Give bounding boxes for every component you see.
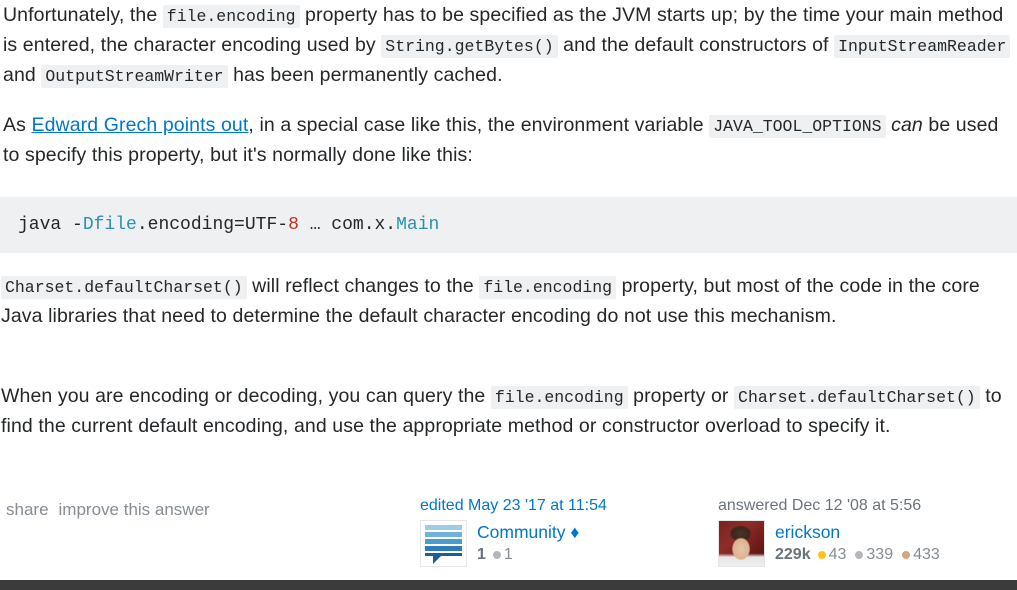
- inline-code-charset-defaultcharset-2: Charset.defaultCharset(): [734, 386, 980, 409]
- avatar-image: [719, 521, 764, 566]
- answerer-card-body: erickson 229k 43 339 433: [718, 520, 949, 567]
- inline-code-file-encoding-2: file.encoding: [479, 276, 617, 299]
- post-menu: share improve this answer: [6, 498, 220, 522]
- inline-code-charset-defaultcharset-1: Charset.defaultCharset(): [1, 276, 247, 299]
- silver-badge-group[interactable]: 339: [855, 545, 893, 565]
- editor-bronze-badge-group[interactable]: 1: [492, 545, 513, 565]
- paragraph-3-text-1: will reflect changes to the: [246, 275, 480, 297]
- gold-badge-count: 43: [828, 546, 847, 563]
- code-token-flag: Dfile: [82, 215, 137, 235]
- paragraph-1-text-3: and the default constructors of: [557, 34, 835, 56]
- inline-code-file-encoding-3: file.encoding: [490, 386, 628, 409]
- code-token-dash: -: [72, 215, 83, 235]
- paragraph-4: When you are encoding or decoding, you c…: [1, 382, 1015, 441]
- code-token-class: Main: [396, 215, 440, 235]
- code-block: java -Dfile.encoding=UTF-8 … com.x.Main: [0, 197, 1017, 253]
- silver-badge-count: 339: [866, 546, 894, 563]
- share-link[interactable]: share: [6, 500, 49, 519]
- edward-grech-link[interactable]: Edward Grech points out: [31, 114, 248, 136]
- gold-badge-group[interactable]: 43: [817, 545, 847, 565]
- inline-code-file-encoding: file.encoding: [162, 5, 300, 28]
- editor-user-card: edited May 23 '17 at 11:54 Community ♦ 1…: [420, 496, 700, 582]
- code-block-content: java -Dfile.encoding=UTF-8 … com.x.Main: [0, 197, 1017, 237]
- reputation-score: 229k: [775, 546, 811, 563]
- inline-code-java-tool-options: JAVA_TOOL_OPTIONS: [709, 115, 886, 138]
- answerer-card-info: erickson 229k 43 339 433: [775, 520, 949, 565]
- editor-silver-count: 1: [477, 546, 486, 563]
- silver-badge-dot-icon: [492, 551, 501, 559]
- bottom-divider-bar: [0, 580, 1017, 590]
- code-token-number: 8: [288, 215, 299, 235]
- community-speech-bubble-icon[interactable]: [420, 520, 467, 567]
- answered-timestamp: answered Dec 12 '08 at 5:56: [718, 497, 922, 514]
- inline-code-string-getbytes: String.getBytes(): [381, 35, 558, 58]
- paragraph-3: Charset.defaultCharset() will reflect ch…: [1, 272, 1015, 331]
- answerer-user-card: answered Dec 12 '08 at 5:56 erickson 229…: [718, 496, 998, 582]
- editor-bronze-count: 1: [503, 546, 513, 563]
- community-username-text: Community: [477, 522, 566, 542]
- editor-card-body: Community ♦ 1 1: [420, 520, 579, 567]
- moderator-diamond-icon: ♦: [570, 522, 580, 542]
- user-photo-avatar[interactable]: [718, 520, 765, 567]
- community-username-link[interactable]: Community ♦: [477, 521, 579, 543]
- inline-code-inputstreamreader: InputStreamReader: [834, 35, 1011, 58]
- post-footer: share improve this answer edited May 23 '…: [0, 494, 1017, 590]
- bronze-badge-count: 433: [913, 546, 940, 563]
- bronze-badge-dot-icon: [902, 551, 911, 559]
- gold-badge-dot-icon: [817, 551, 826, 559]
- silver-badge-dot-icon: [855, 551, 864, 559]
- code-token-property: .encoding=UTF-: [136, 215, 289, 235]
- speech-bubble-shape: [425, 525, 462, 564]
- paragraph-4-text-1: When you are encoding or decoding, you c…: [1, 385, 491, 407]
- answerer-reputation-row: 229k 43 339 433: [775, 545, 949, 565]
- bronze-badge-group[interactable]: 433: [902, 545, 940, 565]
- editor-card-info: Community ♦ 1 1: [477, 520, 579, 565]
- paragraph-1-text-1: Unfortunately, the: [3, 4, 163, 26]
- editor-badge-row: 1 1: [477, 545, 579, 565]
- code-token-args: … com.x.: [298, 215, 397, 235]
- paragraph-4-text-2: property or: [627, 385, 735, 407]
- improve-this-answer-link[interactable]: improve this answer: [59, 500, 210, 519]
- paragraph-2-text-2: , in a special case like this, the envir…: [248, 114, 710, 136]
- paragraph-1: Unfortunately, the file.encoding propert…: [3, 1, 1017, 91]
- inline-code-outputstreamwriter: OutputStreamWriter: [41, 65, 228, 88]
- erickson-username-link[interactable]: erickson: [775, 521, 949, 543]
- paragraph-1-text-4: and: [3, 64, 42, 86]
- emphasis-can: can: [891, 114, 923, 136]
- edited-timestamp[interactable]: edited May 23 '17 at 11:54: [420, 496, 700, 516]
- code-token-command: java: [18, 215, 73, 235]
- paragraph-1-text-5: has been permanently cached.: [227, 64, 503, 86]
- paragraph-2-text-1: As: [3, 114, 32, 136]
- paragraph-2: As Edward Grech points out, in a special…: [3, 111, 1017, 170]
